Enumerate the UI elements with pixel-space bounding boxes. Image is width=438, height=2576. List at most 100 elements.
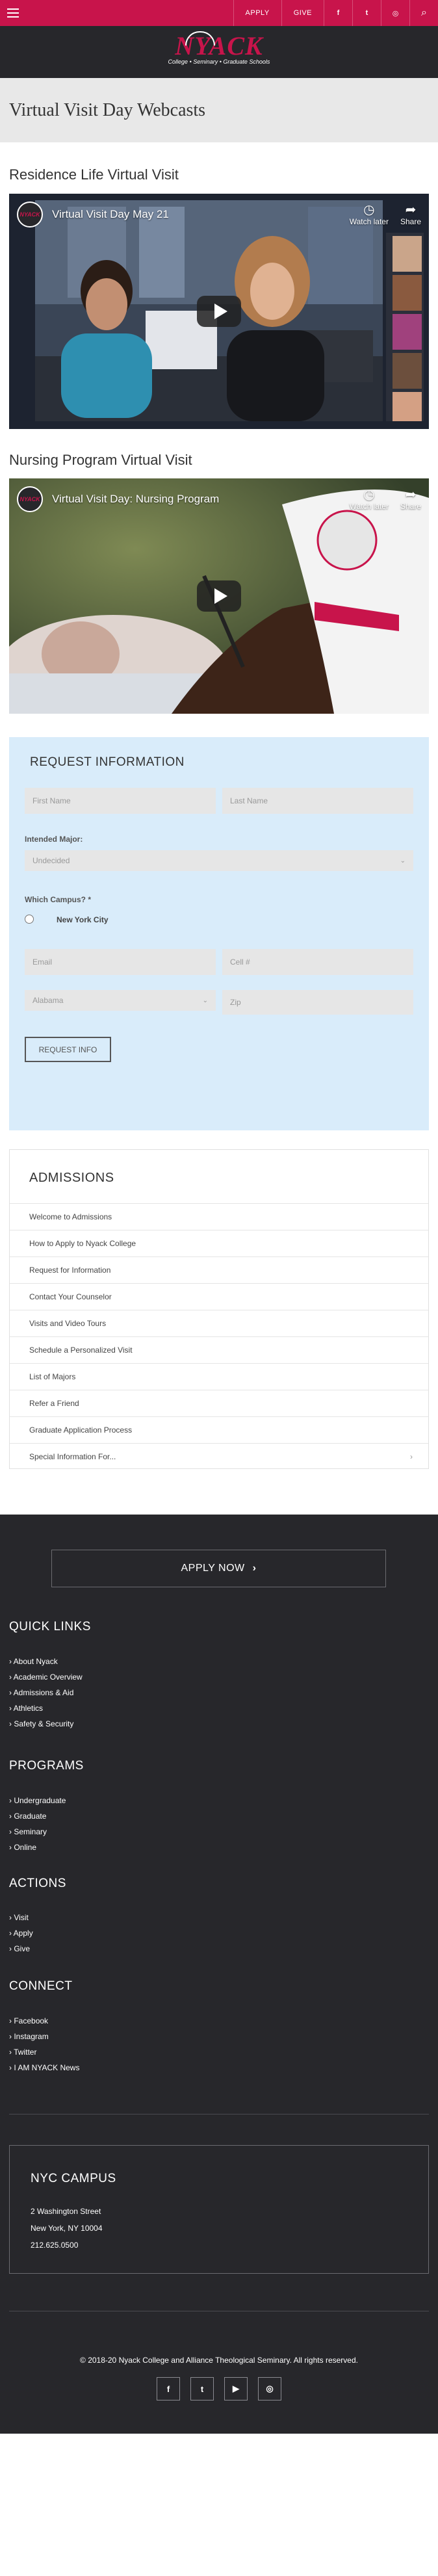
admissions-item[interactable]: Special Information For... › <box>10 1443 428 1470</box>
admissions-item[interactable]: List of Majors <box>10 1363 428 1390</box>
program-link[interactable]: › Online <box>9 1840 66 1855</box>
connect-link[interactable]: › I AM NYACK News <box>9 2060 79 2075</box>
admissions-item[interactable]: Welcome to Admissions <box>10 1203 428 1230</box>
section-heading-residence: Residence Life Virtual Visit <box>9 166 179 183</box>
connect-list: › Facebook › Instagram › Twitter › I AM … <box>9 2013 79 2075</box>
email-field[interactable]: Email <box>25 949 216 975</box>
video-player-residence[interactable]: NYACK Virtual Visit Day May 21 ◷ Watch la… <box>9 194 429 429</box>
connect-title: CONNECT <box>9 1979 73 1993</box>
quick-link[interactable]: › Safety & Security <box>9 1716 83 1732</box>
campus-box: NYC CAMPUS 2 Washington Street New York,… <box>9 2145 429 2274</box>
play-button[interactable] <box>197 580 241 612</box>
share-button[interactable]: ➦ Share <box>400 203 421 226</box>
twitter-icon[interactable]: t <box>190 2377 214 2400</box>
admissions-list: Welcome to Admissions How to Apply to Ny… <box>10 1203 428 1470</box>
channel-logo[interactable]: NYACK <box>17 202 43 228</box>
last-name-field[interactable]: Last Name <box>222 788 413 814</box>
clock-icon: ◷ <box>363 203 375 217</box>
footer: APPLY NOW › QUICK LINKS › About Nyack › … <box>0 1515 438 2434</box>
admissions-item[interactable]: Visits and Video Tours <box>10 1310 428 1336</box>
section-heading-nursing: Nursing Program Virtual Visit <box>9 452 192 468</box>
instagram-icon[interactable]: ◎ <box>258 2377 281 2400</box>
connect-link[interactable]: › Instagram <box>9 2029 79 2044</box>
connect-link[interactable]: › Twitter <box>9 2044 79 2060</box>
watch-later-button[interactable]: ◷ Watch later <box>350 203 389 226</box>
quick-link[interactable]: › Academic Overview <box>9 1669 83 1685</box>
watch-later-button[interactable]: ◷ Watch later <box>350 488 389 511</box>
request-info-form: REQUEST INFORMATION First Name Last Name… <box>9 737 429 1130</box>
admissions-item[interactable]: Contact Your Counselor <box>10 1283 428 1310</box>
state-value: Alabama <box>32 996 64 1005</box>
nyack-logo[interactable]: NYACK College • Seminary • Graduate Scho… <box>167 31 271 73</box>
video-header: NYACK Virtual Visit Day: Nursing Program… <box>17 486 421 512</box>
page-hero: Virtual Visit Day Webcasts <box>0 78 438 142</box>
action-link[interactable]: › Visit <box>9 1910 33 1925</box>
cell-field[interactable]: Cell # <box>222 949 413 975</box>
request-info-button[interactable]: REQUEST INFO <box>25 1037 111 1062</box>
admissions-item[interactable]: How to Apply to Nyack College <box>10 1230 428 1256</box>
action-link[interactable]: › Apply <box>9 1925 33 1941</box>
first-name-field[interactable]: First Name <box>25 788 216 814</box>
major-select[interactable]: Undecided ⌄ <box>25 850 413 871</box>
quick-link[interactable]: › Athletics <box>9 1700 83 1716</box>
program-link[interactable]: › Seminary <box>9 1824 66 1840</box>
video-header: NYACK Virtual Visit Day May 21 ◷ Watch la… <box>17 202 421 228</box>
share-icon: ➦ <box>405 203 417 217</box>
share-label: Share <box>400 502 421 511</box>
share-button[interactable]: ➦ Share <box>400 488 421 511</box>
share-label: Share <box>400 217 421 226</box>
campus-option-label: New York City <box>57 915 109 924</box>
logo-wordmark: NYACK <box>175 31 263 60</box>
admissions-item[interactable]: Graduate Application Process <box>10 1416 428 1443</box>
program-link[interactable]: › Undergraduate <box>9 1793 66 1808</box>
apply-now-button[interactable]: APPLY NOW › <box>51 1550 386 1587</box>
apply-link[interactable]: APPLY <box>233 0 281 26</box>
connect-link[interactable]: › Facebook <box>9 2013 79 2029</box>
admissions-item[interactable]: Refer a Friend <box>10 1390 428 1416</box>
quick-link[interactable]: › About Nyack <box>9 1654 83 1669</box>
state-select[interactable]: Alabama ⌄ <box>25 990 216 1011</box>
zip-field[interactable]: Zip <box>222 990 413 1015</box>
actions-list: › Visit › Apply › Give <box>9 1910 33 1957</box>
apply-now-label: APPLY NOW <box>181 1563 245 1574</box>
channel-logo[interactable]: NYACK <box>17 486 43 512</box>
give-link[interactable]: GIVE <box>281 0 324 26</box>
programs-list: › Undergraduate › Graduate › Seminary › … <box>9 1793 66 1855</box>
program-link[interactable]: › Graduate <box>9 1808 66 1824</box>
facebook-icon[interactable]: f <box>157 2377 180 2400</box>
video-title[interactable]: Virtual Visit Day May 21 <box>52 208 338 221</box>
twitter-icon[interactable]: t <box>352 0 381 26</box>
chevron-right-icon: › <box>252 1563 257 1574</box>
header: NYACK College • Seminary • Graduate Scho… <box>0 26 438 78</box>
play-button[interactable] <box>197 296 241 327</box>
quick-link[interactable]: › Admissions & Aid <box>9 1685 83 1700</box>
chevron-down-icon: ⌄ <box>202 996 208 1004</box>
clock-icon: ◷ <box>363 488 375 502</box>
major-label: Intended Major: <box>25 835 83 844</box>
campus-radio[interactable] <box>25 915 34 924</box>
video-title[interactable]: Virtual Visit Day: Nursing Program <box>52 493 338 506</box>
programs-title: PROGRAMS <box>9 1759 84 1773</box>
campus-label: Which Campus? * <box>25 895 92 904</box>
expand-icon[interactable]: › <box>410 1452 413 1461</box>
admissions-item[interactable]: Request for Information <box>10 1256 428 1283</box>
top-bar: APPLY GIVE f t ◎ ⌕ <box>0 0 438 26</box>
video-player-nursing[interactable]: NYACK Virtual Visit Day: Nursing Program… <box>9 478 429 714</box>
facebook-icon[interactable]: f <box>324 0 352 26</box>
campus-phone[interactable]: 212.625.0500 <box>31 2237 428 2254</box>
menu-icon[interactable] <box>0 0 26 26</box>
youtube-icon[interactable]: ▶ <box>224 2377 248 2400</box>
watch-later-label: Watch later <box>349 217 389 226</box>
admissions-title: ADMISSIONS <box>29 1171 114 1185</box>
action-link[interactable]: › Give <box>9 1941 33 1957</box>
admissions-menu: ADMISSIONS Welcome to Admissions How to … <box>9 1149 429 1469</box>
chevron-down-icon: ⌄ <box>400 857 406 865</box>
major-value: Undecided <box>32 856 70 865</box>
actions-title: ACTIONS <box>9 1877 66 1890</box>
search-icon[interactable]: ⌕ <box>409 0 438 26</box>
instagram-icon[interactable]: ◎ <box>381 0 409 26</box>
share-icon: ➦ <box>405 488 417 502</box>
top-bar-actions: APPLY GIVE f t ◎ ⌕ <box>233 0 438 26</box>
social-links: f t ▶ ◎ <box>0 2377 438 2400</box>
admissions-item[interactable]: Schedule a Personalized Visit <box>10 1336 428 1363</box>
